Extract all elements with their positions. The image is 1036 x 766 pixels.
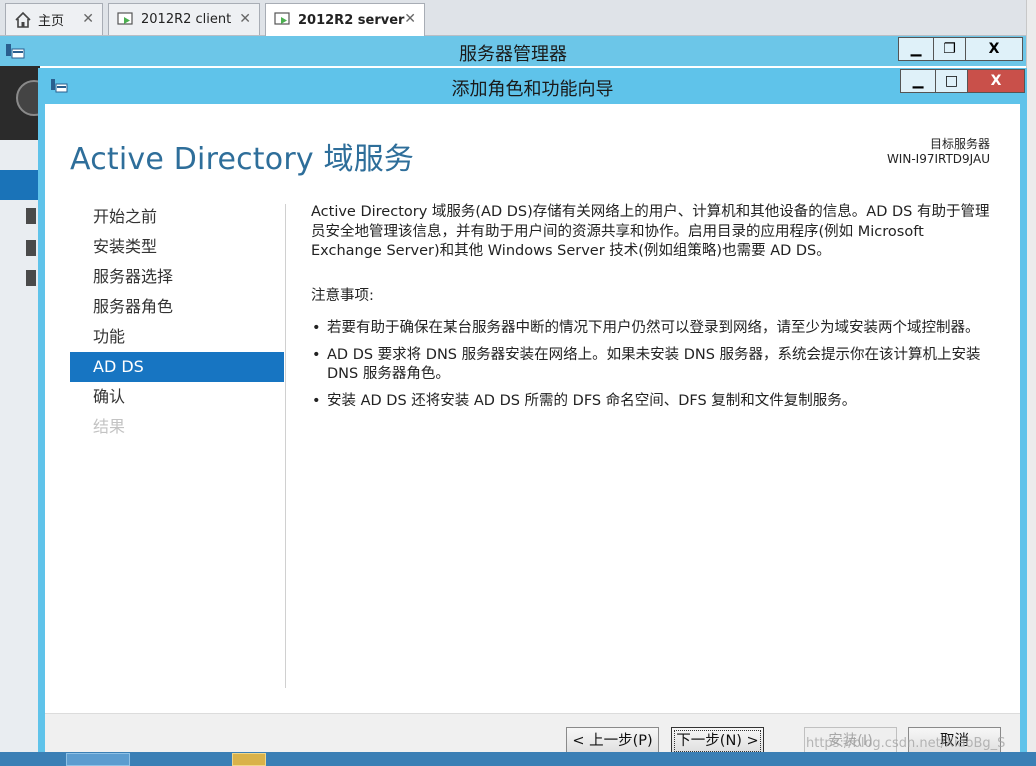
nav-item-server-selection[interactable]: 服务器选择	[70, 262, 284, 292]
note-text: 若要有助于确保在某台服务器中断的情况下用户仍然可以登录到网络，请至少为域安装两个…	[327, 320, 980, 336]
nav-item-confirmation[interactable]: 确认	[70, 382, 284, 412]
server-icon[interactable]	[26, 208, 36, 224]
target-server-label: 目标服务器	[929, 137, 990, 151]
server-manager-titlebar: 服务器管理器 ▁ ❐ X	[0, 36, 1026, 66]
tab-label: 2012R2 server	[298, 12, 405, 28]
notes-list: • 若要有助于确保在某台服务器中断的情况下用户仍然可以登录到网络，请至少为域安装两…	[311, 319, 997, 411]
taskbar-item-server-manager[interactable]	[66, 753, 130, 766]
wizard-title: 添加角色和功能向导	[451, 79, 614, 100]
bullet-icon: •	[312, 320, 321, 336]
note-text: 安装 AD DS 还将安装 AD DS 所需的 DFS 命名空间、DFS 复制和…	[327, 392, 857, 409]
host-window-edge	[1026, 0, 1036, 766]
file-server-icon[interactable]	[26, 270, 36, 286]
note-text: AD DS 要求将 DNS 服务器安装在网络上。如果未安装 DNS 服务器，系统…	[327, 346, 981, 383]
nav-divider	[285, 204, 286, 688]
sidebar-item-dashboard[interactable]	[0, 170, 40, 200]
wizard-content: Active Directory 域服务(AD DS)存储有关网络上的用户、计算…	[311, 203, 997, 418]
home-icon	[14, 11, 32, 29]
bullet-icon: •	[312, 346, 321, 363]
nav-item-installation-type[interactable]: 安装类型	[70, 232, 284, 262]
list-item: • 若要有助于确保在某台服务器中断的情况下用户仍然可以登录到网络，请至少为域安装两…	[311, 319, 997, 339]
folder-icon[interactable]	[232, 753, 266, 766]
next-button[interactable]: 下一步(N) >	[671, 727, 764, 755]
tab-2012r2-server[interactable]: 2012R2 server ✕	[265, 3, 425, 36]
nav-item-before-you-begin[interactable]: 开始之前	[70, 202, 284, 232]
nav-item-ad-ds[interactable]: AD DS	[70, 352, 284, 382]
wizard-step-nav: 开始之前 安装类型 服务器选择 服务器角色 功能 AD DS 确认 结果	[70, 202, 284, 442]
maximize-button[interactable]: □	[935, 69, 968, 93]
wizard-titlebar: 添加角色和功能向导 ▁ □ X	[38, 68, 1027, 104]
host-tab-strip: 主页 ✕ 2012R2 client ✕ 2012R2 server ✕	[0, 0, 1036, 36]
bullet-icon: •	[312, 392, 321, 409]
close-icon[interactable]: ✕	[239, 11, 251, 27]
page-title: Active Directory 域服务	[70, 142, 415, 177]
tab-home[interactable]: 主页 ✕	[5, 3, 103, 35]
close-icon[interactable]: ✕	[404, 11, 416, 27]
tab-label: 2012R2 client	[141, 12, 232, 27]
list-item: • AD DS 要求将 DNS 服务器安装在网络上。如果未安装 DNS 服务器，系…	[311, 346, 997, 385]
close-button[interactable]: X	[967, 69, 1025, 93]
tab-2012r2-client[interactable]: 2012R2 client ✕	[108, 3, 260, 35]
notes-heading: 注意事项:	[311, 287, 374, 304]
add-roles-wizard-window: 添加角色和功能向导 ▁ □ X Active Directory 域服务 目标服…	[38, 68, 1027, 766]
watermark: https://blog.csdn.net/XiaoBg_S	[806, 736, 1006, 751]
list-item: • 安装 AD DS 还将安装 AD DS 所需的 DFS 命名空间、DFS 复制…	[311, 392, 997, 412]
wizard-body: Active Directory 域服务 目标服务器 WIN-I97IRTD9J…	[45, 104, 1020, 766]
nav-item-features[interactable]: 功能	[70, 322, 284, 352]
taskbar	[0, 752, 1036, 766]
server-manager-title: 服务器管理器	[459, 44, 567, 65]
vm-icon	[117, 11, 135, 29]
vm-icon	[274, 11, 292, 29]
restore-button[interactable]: ❐	[933, 37, 966, 61]
minimize-button[interactable]: ▁	[900, 69, 936, 93]
previous-button[interactable]: < 上一步(P)	[566, 727, 659, 755]
close-button[interactable]: X	[965, 37, 1023, 61]
nav-item-results: 结果	[93, 417, 126, 436]
nav-item-server-roles[interactable]: 服务器角色	[70, 292, 284, 322]
target-server-name: WIN-I97IRTD9JAU	[886, 152, 990, 166]
server-icon[interactable]	[26, 240, 36, 256]
server-manager-sidebar	[0, 66, 52, 766]
tab-label: 主页	[38, 14, 65, 29]
ad-ds-description: Active Directory 域服务(AD DS)存储有关网络上的用户、计算…	[311, 204, 990, 259]
close-icon[interactable]: ✕	[82, 11, 94, 27]
minimize-button[interactable]: ▁	[898, 37, 934, 61]
